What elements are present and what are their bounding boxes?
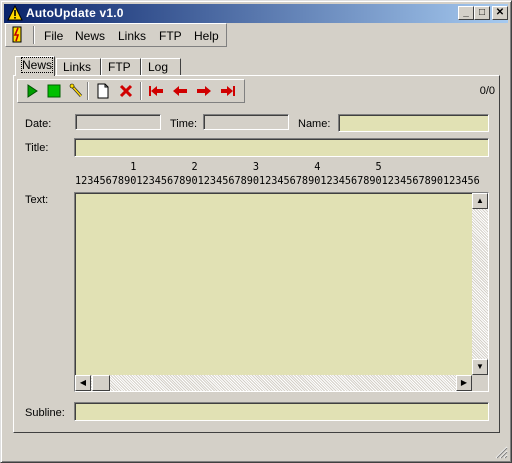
app-logo-icon: [12, 26, 22, 43]
time-label: Time:: [170, 118, 198, 130]
last-icon[interactable]: [220, 83, 236, 99]
name-label: Name:: [298, 118, 331, 130]
news-toolbar: [17, 79, 245, 103]
scroll-left-button[interactable]: ◀: [75, 375, 91, 391]
horizontal-scrollbar[interactable]: ◀ ▶: [75, 375, 472, 391]
menu-separator: [33, 26, 35, 44]
scroll-down-button[interactable]: ▼: [472, 359, 488, 375]
minimize-button[interactable]: _: [458, 6, 474, 20]
menu-help[interactable]: Help: [194, 29, 219, 43]
menu-ftp[interactable]: FTP: [159, 29, 182, 43]
tab-news[interactable]: News: [15, 56, 55, 76]
tab-ftp[interactable]: FTP: [101, 58, 141, 76]
close-button[interactable]: ✕: [492, 6, 508, 20]
text-area[interactable]: ▲ ▼ ◀ ▶: [74, 192, 489, 392]
text-label: Text:: [25, 194, 49, 206]
resize-grip-icon[interactable]: [494, 445, 508, 459]
title-bar[interactable]: AutoUpdate v1.0 _ □ ✕: [4, 4, 508, 23]
tab-ftp-label: FTP: [108, 60, 131, 74]
ruler-tens: 1 2 3 4 5: [75, 162, 382, 173]
next-icon[interactable]: [196, 83, 212, 99]
date-field[interactable]: [75, 114, 161, 130]
tab-log[interactable]: Log: [141, 58, 181, 76]
date-label: Date:: [25, 118, 52, 130]
ruler-units: 1234567890123456789012345678901234567890…: [75, 176, 480, 187]
prev-icon[interactable]: [172, 83, 188, 99]
menu-file[interactable]: File: [44, 29, 63, 43]
scroll-corner: [472, 375, 488, 391]
toolbar-separator: [87, 82, 89, 100]
toolbar-separator: [140, 82, 142, 100]
scroll-right-button[interactable]: ▶: [456, 375, 472, 391]
delete-icon[interactable]: [118, 83, 134, 99]
tab-log-label: Log: [148, 60, 169, 74]
name-field[interactable]: [338, 114, 489, 132]
tab-links[interactable]: Links: [56, 58, 101, 76]
time-field[interactable]: [203, 114, 289, 130]
stop-icon[interactable]: [46, 83, 62, 99]
menu-news[interactable]: News: [75, 29, 105, 43]
new-page-icon[interactable]: [95, 83, 111, 99]
window-title: AutoUpdate v1.0: [26, 6, 124, 20]
subline-field[interactable]: [74, 402, 489, 421]
maximize-button[interactable]: □: [474, 6, 490, 20]
tab-links-label: Links: [63, 60, 92, 74]
subline-label: Subline:: [25, 407, 65, 419]
tab-news-label: News: [20, 57, 54, 73]
vertical-scrollbar[interactable]: ▲ ▼: [472, 193, 488, 375]
warning-icon: [7, 5, 23, 21]
title-field[interactable]: [74, 138, 489, 157]
scroll-up-button[interactable]: ▲: [472, 193, 488, 209]
first-icon[interactable]: [148, 83, 164, 99]
wand-icon[interactable]: [68, 83, 84, 99]
menu-links[interactable]: Links: [118, 29, 146, 43]
play-icon[interactable]: [24, 83, 40, 99]
news-panel: 0/0 Date: Time: Name: Title: 1 2 3 4 5 1…: [13, 75, 500, 433]
horizontal-scroll-thumb[interactable]: [92, 375, 110, 391]
app-window: AutoUpdate v1.0 _ □ ✕ File News Links FT…: [0, 0, 512, 463]
menu-bar: File News Links FTP Help: [5, 23, 227, 47]
item-counter: 0/0: [479, 85, 495, 97]
title-label: Title:: [25, 142, 49, 154]
